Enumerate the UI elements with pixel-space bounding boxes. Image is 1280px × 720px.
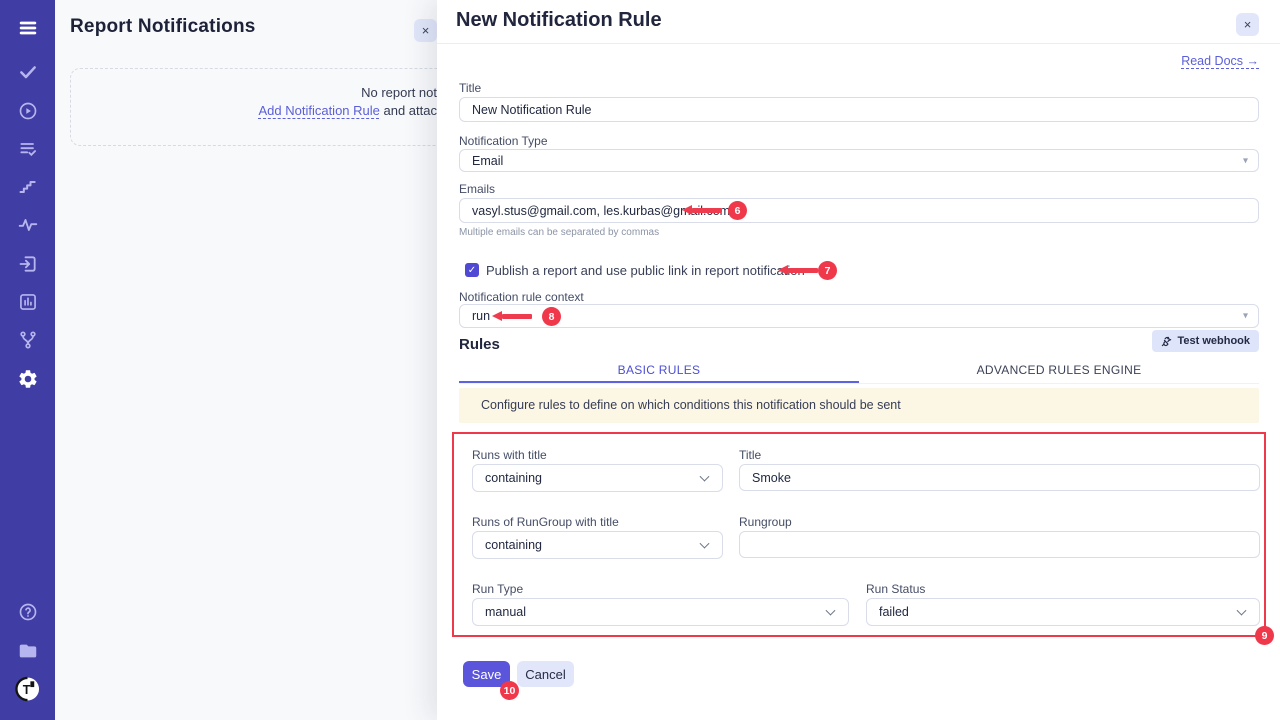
rule-title-value: Smoke [752, 471, 791, 485]
gear-icon[interactable] [15, 366, 40, 391]
runs-with-title-select[interactable]: containing [472, 464, 723, 492]
tab-advanced-rules-engine[interactable]: ADVANCED RULES ENGINE [859, 358, 1259, 383]
caret-down-icon: ▾ [1243, 311, 1248, 322]
report-notifications-panel: Report Notifications × No report not Add… [55, 0, 437, 720]
test-webhook-button[interactable]: Test webhook [1152, 330, 1259, 352]
close-icon: × [1244, 17, 1252, 32]
run-status-value: failed [879, 605, 909, 619]
import-icon[interactable] [15, 251, 40, 276]
chevron-down-icon [700, 472, 710, 482]
chevron-down-icon [826, 606, 836, 616]
empty-state-line2-rest: and attac [380, 103, 437, 118]
list-check-icon[interactable] [15, 136, 40, 161]
app: T Report Notifications × No report not A… [0, 0, 1280, 720]
rules-tabs: BASIC RULES ADVANCED RULES ENGINE [459, 358, 1259, 384]
empty-state-line1: No report not [177, 84, 437, 102]
context-value: run [472, 309, 490, 323]
emails-input[interactable]: vasyl.stus@gmail.com, les.kurbas@gmail.c… [459, 198, 1259, 223]
add-notification-rule-link[interactable]: Add Notification Rule [258, 103, 379, 118]
svg-text:T: T [23, 682, 31, 696]
empty-state-text: No report not Add Notification Rule and … [177, 84, 437, 120]
title-input[interactable]: New Notification Rule [459, 97, 1259, 122]
cancel-button[interactable]: Cancel [517, 661, 574, 687]
check-icon[interactable] [15, 59, 40, 84]
new-notification-rule-modal: New Notification Rule × Read Docs → Titl… [437, 0, 1280, 720]
header-divider [437, 43, 1280, 44]
notification-type-value: Email [472, 154, 503, 168]
rules-info-banner: Configure rules to define on which condi… [459, 388, 1259, 423]
run-type-value: manual [485, 605, 526, 619]
rule-title-input[interactable]: Smoke [739, 464, 1260, 491]
plug-icon [1161, 336, 1172, 347]
rungroup-with-title-value: containing [485, 538, 542, 552]
run-type-select[interactable]: manual [472, 598, 849, 626]
annotation-box-9: Runs with title containing Title Smoke R… [452, 432, 1266, 637]
annotation-badge-7: 7 [818, 261, 837, 280]
emails-helper-text: Multiple emails can be separated by comm… [459, 227, 659, 238]
activity-icon[interactable] [15, 212, 40, 237]
rules-heading: Rules [459, 336, 500, 353]
logo[interactable]: T [15, 676, 40, 701]
caret-down-icon: ▾ [1243, 155, 1248, 166]
checkmark-icon: ✓ [468, 265, 476, 276]
context-select[interactable]: run ▾ [459, 304, 1259, 328]
close-panel-button[interactable]: × [414, 19, 437, 42]
bar-chart-icon[interactable] [15, 289, 40, 314]
notification-type-label: Notification Type [459, 134, 548, 148]
tab-basic-rules[interactable]: BASIC RULES [459, 358, 859, 383]
runs-with-title-label: Runs with title [472, 448, 547, 462]
annotation-arrow-7 [778, 265, 818, 275]
runs-with-title-value: containing [485, 471, 542, 485]
menu-icon[interactable] [15, 15, 40, 40]
publish-report-checkbox[interactable]: ✓ [465, 263, 479, 277]
help-icon[interactable] [15, 599, 40, 624]
modal-title: New Notification Rule [456, 9, 662, 32]
chevron-down-icon [700, 539, 710, 549]
emails-label: Emails [459, 182, 495, 196]
annotation-badge-6: 6 [728, 201, 747, 220]
title-label: Title [459, 81, 481, 95]
rungroup-with-title-select[interactable]: containing [472, 531, 723, 559]
sidebar: T [0, 0, 55, 720]
annotation-badge-10: 10 [500, 681, 519, 700]
rungroup-input[interactable] [739, 531, 1260, 558]
steps-icon[interactable] [15, 174, 40, 199]
branch-icon[interactable] [15, 327, 40, 352]
empty-state-line2: Add Notification Rule and attac [177, 102, 437, 120]
rungroup-with-title-label: Runs of RunGroup with title [472, 515, 619, 529]
page-title: Report Notifications [70, 16, 256, 38]
play-circle-icon[interactable] [15, 98, 40, 123]
close-icon: × [422, 23, 430, 38]
read-docs-link[interactable]: Read Docs → [1181, 54, 1259, 68]
context-label: Notification rule context [459, 290, 584, 304]
run-type-label: Run Type [472, 582, 523, 596]
notification-type-select[interactable]: Email ▾ [459, 149, 1259, 172]
annotation-arrow-8 [492, 311, 532, 321]
chevron-down-icon [1237, 606, 1247, 616]
rule-title-label: Title [739, 448, 761, 462]
annotation-badge-9: 9 [1255, 626, 1274, 645]
publish-report-label: Publish a report and use public link in … [486, 263, 805, 278]
folder-icon[interactable] [15, 638, 40, 663]
title-input-value: New Notification Rule [472, 103, 592, 117]
run-status-select[interactable]: failed [866, 598, 1260, 626]
close-modal-button[interactable]: × [1236, 13, 1259, 36]
run-status-label: Run Status [866, 582, 925, 596]
test-webhook-label: Test webhook [1177, 335, 1250, 347]
annotation-badge-8: 8 [542, 307, 561, 326]
annotation-arrow-6 [682, 205, 722, 215]
rungroup-label: Rungroup [739, 515, 792, 529]
